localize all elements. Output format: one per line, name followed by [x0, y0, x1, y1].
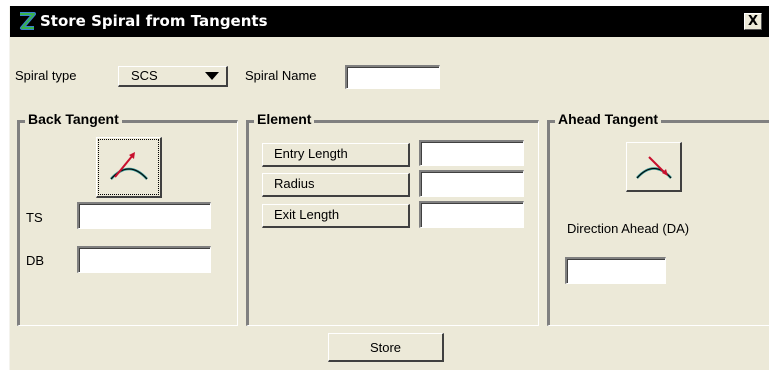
spiral-type-label: Spiral type	[15, 68, 77, 83]
chevron-down-icon	[205, 72, 219, 80]
back-tangent-title: Back Tangent	[25, 111, 122, 127]
radius-input[interactable]	[419, 170, 524, 197]
ts-label: TS	[26, 210, 43, 225]
spiral-name-input[interactable]	[345, 65, 440, 89]
close-button[interactable]: X	[744, 13, 762, 30]
db-input[interactable]	[77, 246, 211, 273]
spiral-name-label: Spiral Name	[245, 68, 317, 83]
title-bar[interactable]: Store Spiral from Tangents X	[10, 6, 769, 37]
close-icon: X	[747, 14, 759, 29]
ahead-tangent-icon	[635, 155, 672, 179]
ts-input[interactable]	[77, 202, 211, 229]
element-title: Element	[254, 111, 315, 127]
back-tangent-button[interactable]	[96, 137, 162, 198]
db-label: DB	[26, 253, 45, 268]
direction-ahead-input[interactable]	[565, 257, 666, 284]
radius-button[interactable]: Radius	[262, 173, 410, 197]
app-logo-icon	[16, 10, 38, 32]
entry-length-input[interactable]	[419, 140, 524, 166]
exit-length-input[interactable]	[419, 201, 524, 228]
entry-length-button[interactable]: Entry Length	[262, 143, 410, 167]
store-button[interactable]: Store	[328, 333, 444, 362]
exit-length-button[interactable]: Exit Length	[262, 204, 410, 228]
spiral-type-value: SCS	[131, 68, 158, 83]
window-title: Store Spiral from Tangents	[40, 12, 268, 30]
ahead-tangent-button[interactable]	[626, 142, 682, 192]
focus-ring	[98, 139, 159, 195]
spiral-type-dropdown[interactable]: SCS	[118, 66, 228, 87]
store-spiral-dialog: Store Spiral from Tangents X Spiral type…	[9, 6, 769, 370]
ahead-tangent-title: Ahead Tangent	[555, 111, 662, 127]
direction-ahead-label: Direction Ahead (DA)	[567, 221, 690, 236]
